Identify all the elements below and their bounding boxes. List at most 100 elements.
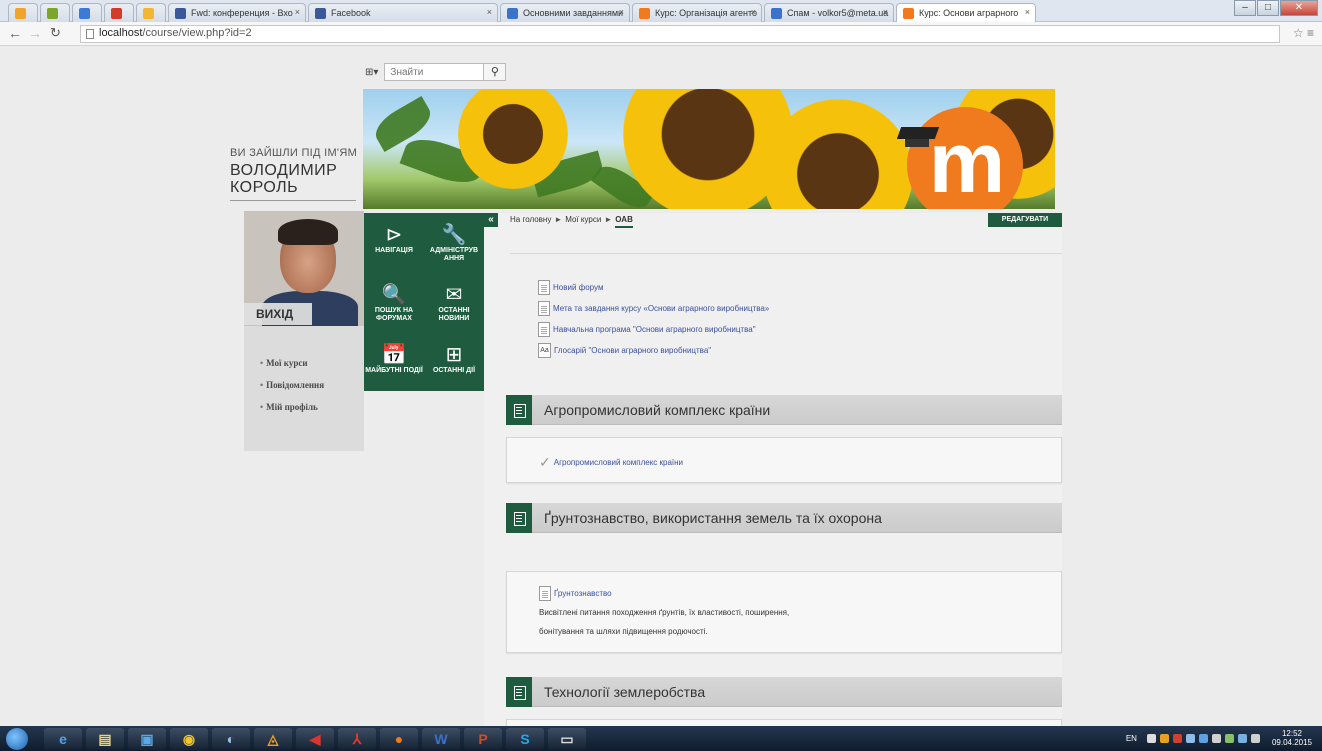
section-icon bbox=[506, 395, 532, 425]
tab-close-icon[interactable]: × bbox=[1025, 7, 1030, 17]
search-input[interactable] bbox=[384, 63, 485, 81]
search-icon[interactable]: ⚲ bbox=[484, 63, 507, 81]
chrome-icon[interactable]: ◉ bbox=[170, 728, 208, 750]
browser-tab[interactable] bbox=[136, 3, 166, 22]
divider bbox=[230, 200, 356, 201]
user-name-line1: ВОЛОДИМИР bbox=[230, 162, 338, 179]
section-header[interactable]: Агропромисловий комплекс країни bbox=[506, 395, 1062, 425]
activity-page[interactable]: Ґрунтознавство bbox=[539, 586, 612, 601]
volume-icon[interactable] bbox=[1250, 733, 1260, 743]
tile-forum-search[interactable]: 🔍 ПОШУК НА ФОРУМАХ bbox=[364, 273, 424, 333]
course-main: « На головну ► Мої курси ► ОАВ РЕДАГУВАТИ Но… bbox=[484, 213, 1062, 727]
sitemap-icon[interactable]: ⊞▾ bbox=[365, 67, 378, 78]
forum-icon bbox=[538, 280, 550, 295]
tab-close-icon[interactable]: × bbox=[751, 7, 756, 17]
file-explorer-icon[interactable]: ▤ bbox=[86, 728, 124, 750]
acrobat-icon[interactable]: ⅄ bbox=[338, 728, 376, 750]
activity-forum[interactable]: Новий форум bbox=[538, 277, 769, 298]
tab-title: Основними завданнями bbox=[523, 8, 624, 18]
internet-explorer-icon[interactable]: e bbox=[44, 728, 82, 750]
logout-button[interactable]: ВИХІД bbox=[244, 303, 312, 325]
close-window-button[interactable]: ✕ bbox=[1280, 0, 1318, 16]
user-name[interactable]: ВОЛОДИМИР КОРОЛЬ bbox=[230, 162, 360, 196]
tab-favicon-icon bbox=[111, 8, 122, 19]
tray-icon[interactable] bbox=[1159, 733, 1169, 743]
back-arrow-icon[interactable]: ← bbox=[8, 25, 22, 41]
activity-glossary[interactable]: Aa Глосарій "Основи аграрного виробництва… bbox=[538, 340, 769, 361]
section-header[interactable]: Ґрунтознавство, використання земель та ї… bbox=[506, 503, 1062, 533]
browser-tab[interactable]: Основними завданнями × bbox=[500, 3, 630, 22]
section-content: Ґрунтознавство Висвітлені питання походж… bbox=[506, 571, 1062, 653]
url-host: localhost bbox=[99, 27, 143, 39]
tray-icon[interactable] bbox=[1146, 733, 1156, 743]
mail-favicon-icon bbox=[771, 8, 782, 19]
breadcrumb-current: ОАВ bbox=[615, 215, 633, 228]
collapse-icon[interactable]: « bbox=[484, 213, 498, 227]
browser-tab[interactable] bbox=[40, 3, 70, 22]
tab-title: Fwd: конференция - Вхо bbox=[191, 8, 293, 18]
page-icon bbox=[538, 301, 550, 316]
browser-tab[interactable] bbox=[72, 3, 102, 22]
language-indicator[interactable]: EN bbox=[1126, 734, 1137, 743]
avast-icon[interactable]: ◬ bbox=[254, 728, 292, 750]
tray-icon[interactable] bbox=[1224, 733, 1234, 743]
word-icon[interactable]: W bbox=[422, 728, 460, 750]
breadcrumb-my-courses[interactable]: Мої курси bbox=[565, 215, 601, 224]
tab-close-icon[interactable]: × bbox=[295, 7, 300, 17]
clock[interactable]: 12:52 09.04.2015 bbox=[1272, 729, 1312, 747]
tray-icon[interactable] bbox=[1185, 733, 1195, 743]
browser-tab[interactable] bbox=[8, 3, 38, 22]
browser-tab[interactable]: Fwd: конференция - Вхо × bbox=[168, 3, 306, 22]
activity-page[interactable]: Навчальна програма "Основи аграрного вир… bbox=[538, 319, 769, 340]
browser-tab[interactable]: Спам - volkor5@meta.ua × bbox=[764, 3, 894, 22]
my-courses-link[interactable]: • Мої курси bbox=[260, 358, 364, 368]
app-icon[interactable]: ◐ bbox=[212, 728, 250, 750]
address-bar[interactable]: localhost/course/view.php?id=2 bbox=[80, 25, 1280, 43]
tab-close-icon[interactable]: × bbox=[619, 7, 624, 17]
page-icon bbox=[86, 29, 94, 39]
browser-tab-active[interactable]: Курс: Основи аграрного × bbox=[896, 3, 1036, 22]
reload-icon[interactable]: ↻ bbox=[50, 25, 61, 41]
facebook-icon bbox=[175, 8, 186, 19]
tab-close-icon[interactable]: × bbox=[883, 7, 888, 17]
tray-icon[interactable] bbox=[1211, 733, 1221, 743]
network-icon[interactable] bbox=[1237, 733, 1247, 743]
general-section-activities: Новий форум Мета та завдання курсу «Осно… bbox=[538, 277, 769, 361]
forward-arrow-icon[interactable]: → bbox=[28, 25, 42, 41]
tile-upcoming-events[interactable]: 📅 МАЙБУТНІ ПОДІЇ bbox=[364, 333, 424, 393]
tray-icon[interactable] bbox=[1198, 733, 1208, 743]
browser-tab[interactable]: Facebook × bbox=[308, 3, 498, 22]
messages-link[interactable]: • Повідомлення bbox=[260, 380, 364, 390]
avatar[interactable]: ВИХІД bbox=[244, 211, 364, 326]
skype-icon[interactable]: S bbox=[506, 728, 544, 750]
minimize-button[interactable]: – bbox=[1234, 0, 1256, 16]
app-icon[interactable]: ◀ bbox=[296, 728, 334, 750]
tile-latest-news[interactable]: ✉ ОСТАННІ НОВИНИ bbox=[424, 273, 484, 333]
mail-icon: ✉ bbox=[445, 284, 463, 306]
media-icon[interactable]: ▣ bbox=[128, 728, 166, 750]
tab-favicon-icon bbox=[15, 8, 26, 19]
edit-button[interactable]: РЕДАГУВАТИ bbox=[988, 213, 1062, 227]
section-header[interactable]: Технології землеробства bbox=[506, 677, 1062, 707]
tray-icon[interactable] bbox=[1172, 733, 1182, 743]
powerpoint-icon[interactable]: P bbox=[464, 728, 502, 750]
wrench-icon: 🔧 bbox=[441, 224, 467, 246]
browser-tab[interactable]: Курс: Організація агенто × bbox=[632, 3, 762, 22]
activity-page[interactable]: Мета та завдання курсу «Основи аграрного… bbox=[538, 298, 769, 319]
url-path: /course/view.php?id=2 bbox=[142, 27, 252, 39]
filezilla-icon[interactable]: ● bbox=[380, 728, 418, 750]
terminal-icon[interactable]: ▭ bbox=[548, 728, 586, 750]
start-button[interactable] bbox=[6, 728, 28, 750]
tile-navigation[interactable]: ⊳ НАВІГАЦІЯ bbox=[364, 213, 424, 273]
maximize-button[interactable]: □ bbox=[1257, 0, 1279, 16]
browser-tab[interactable] bbox=[104, 3, 134, 22]
activity-icon: ⊞ bbox=[445, 344, 463, 366]
tile-administration[interactable]: 🔧 АДМІНІСТРУВ АННЯ bbox=[424, 213, 484, 273]
breadcrumb-home[interactable]: На головну bbox=[510, 215, 551, 224]
star-icon[interactable]: ☆ ≡ bbox=[1293, 26, 1314, 40]
tab-close-icon[interactable]: × bbox=[487, 7, 492, 17]
tile-recent-activity[interactable]: ⊞ ОСТАННІ ДІЇ bbox=[424, 333, 484, 393]
activity-quiz[interactable]: ✓ Агропромисловий комплекс країни bbox=[539, 454, 683, 471]
tab-title: Курс: Основи аграрного bbox=[919, 8, 1019, 18]
my-profile-link[interactable]: • Мій профіль bbox=[260, 402, 364, 412]
